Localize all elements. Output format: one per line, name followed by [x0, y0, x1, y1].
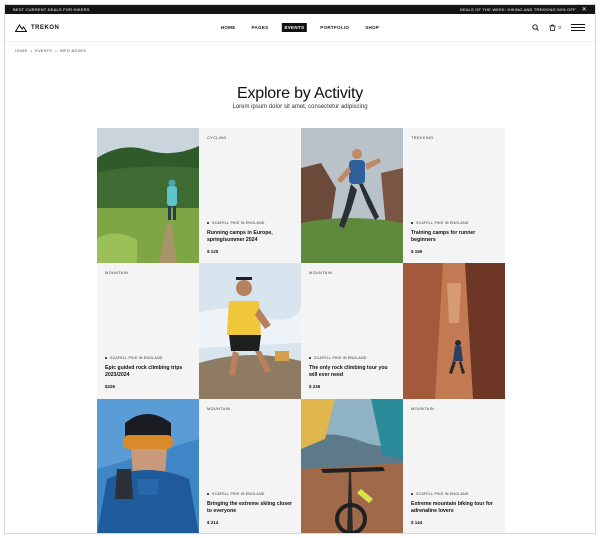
breadcrumb: HOME • EVENTS • INFO BOXES — [15, 49, 87, 53]
promo-bar: BEST CURRENT DEALS FOR HIKERS DEALS OF T… — [5, 5, 595, 14]
card-location: SCAFELL PIKE IN ENGLAND — [212, 221, 265, 225]
photo-runner-resting[interactable] — [199, 263, 301, 399]
card-price: $226 — [105, 384, 116, 389]
activity-card[interactable]: MOUNTAIN SCAFELL PIKE IN ENGLAND The onl… — [301, 263, 403, 399]
card-title[interactable]: The only rock climbing tour you will eve… — [309, 365, 397, 379]
page-subtitle: Lorem ipsum dolor sit amet, consectetur … — [232, 104, 368, 110]
activity-card[interactable]: MOUNTAIN SCAFELL PIKE IN ENGLAND Bringin… — [199, 399, 301, 533]
page-frame: BEST CURRENT DEALS FOR HIKERS DEALS OF T… — [4, 4, 596, 534]
activity-card[interactable]: MOUNTAIN SCAFELL PIKE IN ENGLAND Epic gu… — [97, 263, 199, 399]
hamburger-menu-icon[interactable] — [571, 24, 585, 31]
activity-card[interactable]: CYCLING SCAFELL PIKE IN ENGLAND Running … — [199, 128, 301, 263]
breadcrumb-home[interactable]: HOME — [15, 49, 28, 53]
card-price: $ 120 — [207, 249, 219, 254]
card-price: $ 150 — [411, 249, 423, 254]
card-tag: MOUNTAIN — [411, 407, 435, 411]
promo-left[interactable]: BEST CURRENT DEALS FOR HIKERS — [13, 7, 90, 12]
card-price: $ 214 — [207, 520, 219, 525]
nav-item-home[interactable]: HOME — [218, 23, 239, 32]
card-location: SCAFELL PIKE IN ENGLAND — [212, 492, 265, 496]
activity-card[interactable]: MOUNTAIN SCAFELL PIKE IN ENGLAND Extreme… — [403, 399, 505, 533]
cart-button[interactable]: 0 — [549, 24, 561, 31]
photo-hiker-meadow[interactable] — [97, 128, 199, 263]
card-title[interactable]: Extreme mountain biking tour for adrenal… — [411, 501, 499, 515]
cart-count: 0 — [558, 25, 561, 30]
close-icon[interactable]: ✕ — [582, 7, 587, 13]
main-nav: TREKON HOME PAGES EVENTS PORTFOLIO SHOP … — [5, 14, 595, 42]
brand-logo[interactable]: TREKON — [15, 23, 60, 32]
cart-icon — [550, 24, 556, 31]
photo-skier-goggles[interactable] — [97, 399, 199, 533]
card-title[interactable]: Bringing the extreme skiing closer to ev… — [207, 501, 295, 515]
card-title[interactable]: Training camps for runner beginners — [411, 230, 499, 244]
activity-card[interactable]: TREKKING SCAFELL PIKE IN ENGLAND Trainin… — [403, 128, 505, 263]
card-price: $ 226 — [309, 384, 321, 389]
nav-item-portfolio[interactable]: PORTFOLIO — [317, 23, 352, 32]
card-tag: MOUNTAIN — [309, 271, 333, 275]
activity-grid: CYCLING SCAFELL PIKE IN ENGLAND Running … — [97, 128, 505, 533]
card-tag: CYCLING — [207, 136, 227, 140]
brand-name: TREKON — [31, 24, 60, 31]
nav-item-events[interactable]: EVENTS — [281, 23, 308, 32]
nav-item-shop[interactable]: SHOP — [362, 23, 382, 32]
card-title[interactable]: Epic guided rock climbing trips 2023/202… — [105, 365, 193, 379]
promo-right[interactable]: DEALS OF THE WEEK: HIKING AND TREKKING 5… — [460, 7, 576, 12]
photo-canyon-climber[interactable] — [403, 263, 505, 399]
card-title[interactable]: Running camps in Europe, spring/summer 2… — [207, 230, 295, 244]
search-icon[interactable] — [532, 24, 540, 31]
breadcrumb-current: INFO BOXES — [59, 49, 87, 53]
card-tag: MOUNTAIN — [105, 271, 129, 275]
nav-menu: HOME PAGES EVENTS PORTFOLIO SHOP — [218, 23, 382, 32]
card-location: SCAFELL PIKE IN ENGLAND — [416, 492, 469, 496]
photo-mountain-biker[interactable] — [301, 399, 403, 533]
card-location: SCAFELL PIKE IN ENGLAND — [416, 221, 469, 225]
mountain-logo-icon — [15, 23, 27, 32]
card-tag: TREKKING — [411, 136, 434, 140]
photo-trail-runner[interactable] — [301, 128, 403, 263]
page-title: Explore by Activity — [236, 85, 364, 102]
card-location: SCAFELL PIKE IN ENGLAND — [314, 356, 367, 360]
nav-item-pages[interactable]: PAGES — [249, 23, 272, 32]
breadcrumb-events[interactable]: EVENTS — [35, 49, 52, 53]
card-tag: MOUNTAIN — [207, 407, 231, 411]
card-location: SCAFELL PIKE IN ENGLAND — [110, 356, 163, 360]
card-price: $ 144 — [411, 520, 423, 525]
